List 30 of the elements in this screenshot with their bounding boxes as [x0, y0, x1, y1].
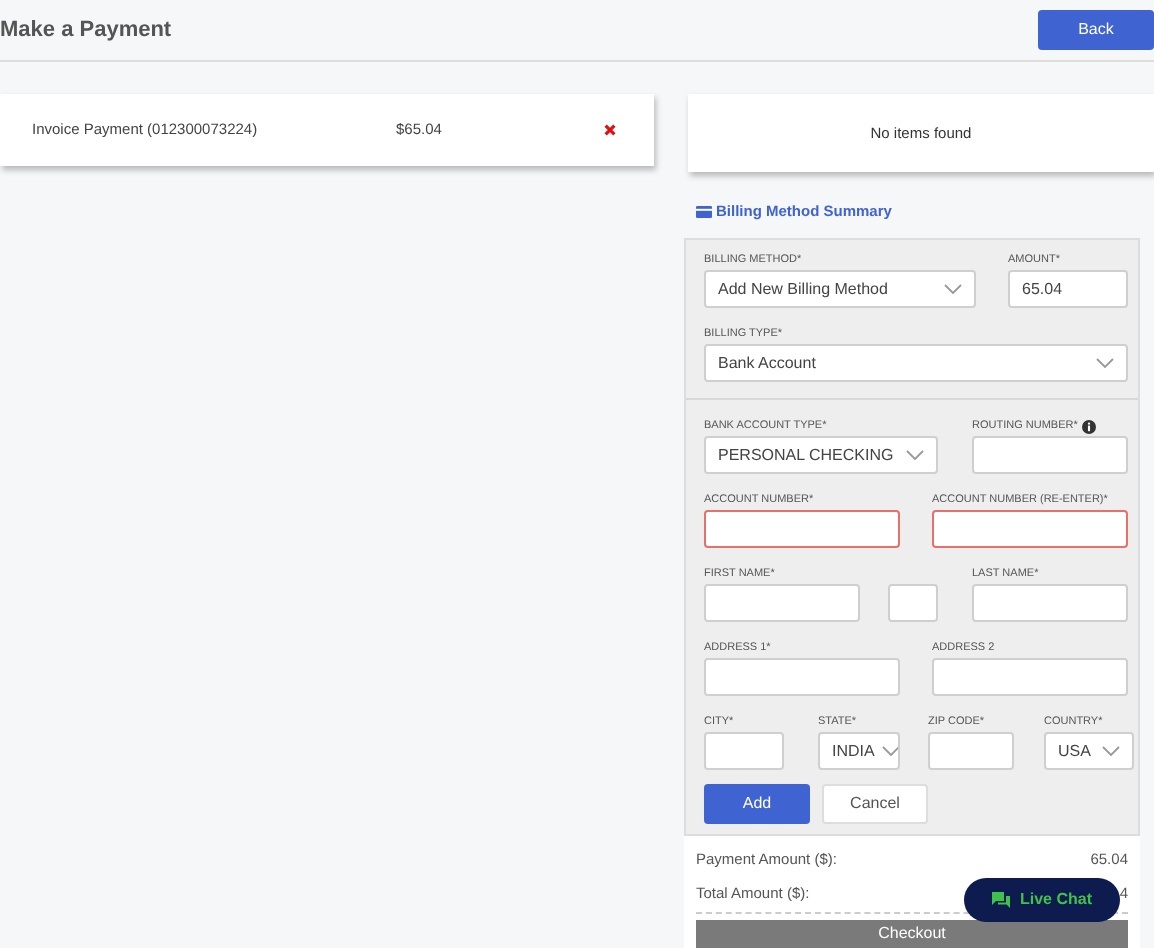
input-field[interactable] — [704, 584, 860, 623]
select-field[interactable]: INDIA — [818, 732, 900, 771]
cancel-button[interactable]: Cancel — [822, 784, 928, 825]
select-field[interactable]: Add New Billing Method — [704, 270, 976, 309]
input-field[interactable] — [972, 584, 1128, 623]
input-field[interactable] — [932, 658, 1128, 697]
chevron-down-icon — [1096, 358, 1114, 369]
back-button[interactable]: Back — [1038, 9, 1154, 49]
card-icon — [696, 205, 712, 218]
chevron-down-icon — [906, 450, 924, 461]
select-field[interactable]: Bank Account — [704, 344, 1128, 383]
chevron-down-icon — [1102, 746, 1120, 757]
input-field[interactable] — [704, 658, 900, 697]
live-chat-button[interactable]: Live Chat — [964, 878, 1120, 922]
input-field[interactable] — [888, 584, 938, 623]
remove-icon[interactable] — [604, 124, 616, 136]
page-title: Make a Payment — [0, 15, 172, 46]
input-field[interactable]: 65.04 — [1008, 270, 1128, 309]
input-field[interactable] — [972, 436, 1128, 475]
checkout-button[interactable]: Checkout — [696, 920, 1128, 948]
input-field[interactable] — [704, 732, 784, 771]
chevron-down-icon — [882, 746, 898, 757]
chat-icon — [991, 892, 1010, 908]
add-button[interactable]: Add — [704, 784, 810, 825]
chevron-down-icon — [944, 284, 962, 295]
input-field[interactable] — [932, 510, 1128, 549]
select-field[interactable]: PERSONAL CHECKING — [704, 436, 938, 475]
select-field[interactable]: USA — [1044, 732, 1134, 771]
input-field[interactable] — [704, 510, 900, 549]
input-field[interactable] — [928, 732, 1014, 771]
